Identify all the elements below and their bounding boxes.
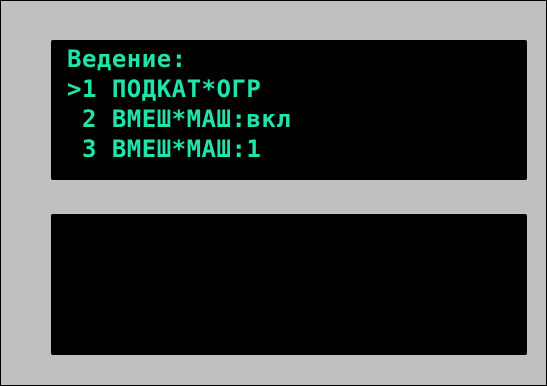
menu-item-3[interactable]: 3 ВМЕШ*МАШ:1: [67, 134, 291, 164]
menu-title: Ведение:: [67, 45, 187, 73]
menu-item-1[interactable]: >1 ПОДКАТ*ОГР: [67, 74, 291, 104]
menu-item-label: 3 ВМЕШ*МАШ:1: [81, 135, 262, 163]
secondary-display: [51, 214, 527, 355]
menu-list: Ведение: >1 ПОДКАТ*ОГР 2 ВМЕШ*МАШ:вкл 3 …: [67, 44, 291, 164]
device-panel: Ведение: >1 ПОДКАТ*ОГР 2 ВМЕШ*МАШ:вкл 3 …: [0, 0, 547, 386]
menu-item-label: 2 ВМЕШ*МАШ:вкл: [81, 105, 292, 133]
selection-cursor: [67, 105, 82, 133]
menu-item-2[interactable]: 2 ВМЕШ*МАШ:вкл: [67, 104, 291, 134]
menu-display: Ведение: >1 ПОДКАТ*ОГР 2 ВМЕШ*МАШ:вкл 3 …: [51, 40, 527, 180]
selection-cursor: [67, 135, 82, 163]
selection-cursor: >: [67, 75, 82, 103]
menu-item-label: 1 ПОДКАТ*ОГР: [81, 75, 262, 103]
